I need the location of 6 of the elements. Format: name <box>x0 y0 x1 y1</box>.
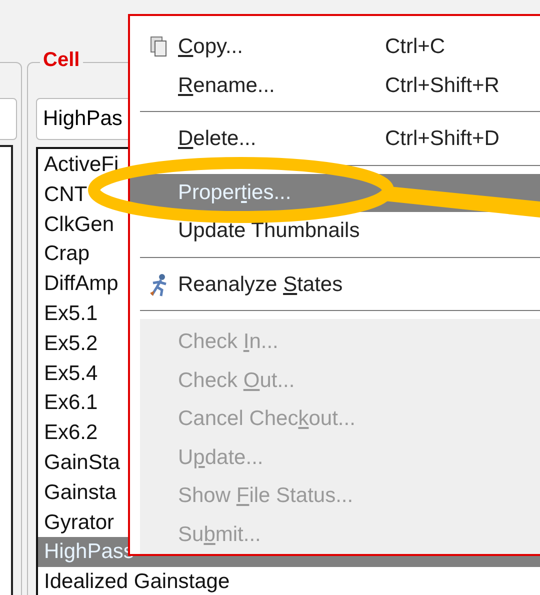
cell-list-item[interactable]: Idealized Gainstage <box>38 567 540 595</box>
menu-item[interactable]: Rename... Ctrl+Shift+R <box>130 66 540 105</box>
menu-item[interactable]: Delete... Ctrl+Shift+D <box>130 120 540 158</box>
menu-item[interactable]: Copy... Ctrl+C <box>130 28 540 66</box>
copy-icon <box>150 36 168 58</box>
menu-item[interactable]: Reanalyze States <box>130 266 540 304</box>
